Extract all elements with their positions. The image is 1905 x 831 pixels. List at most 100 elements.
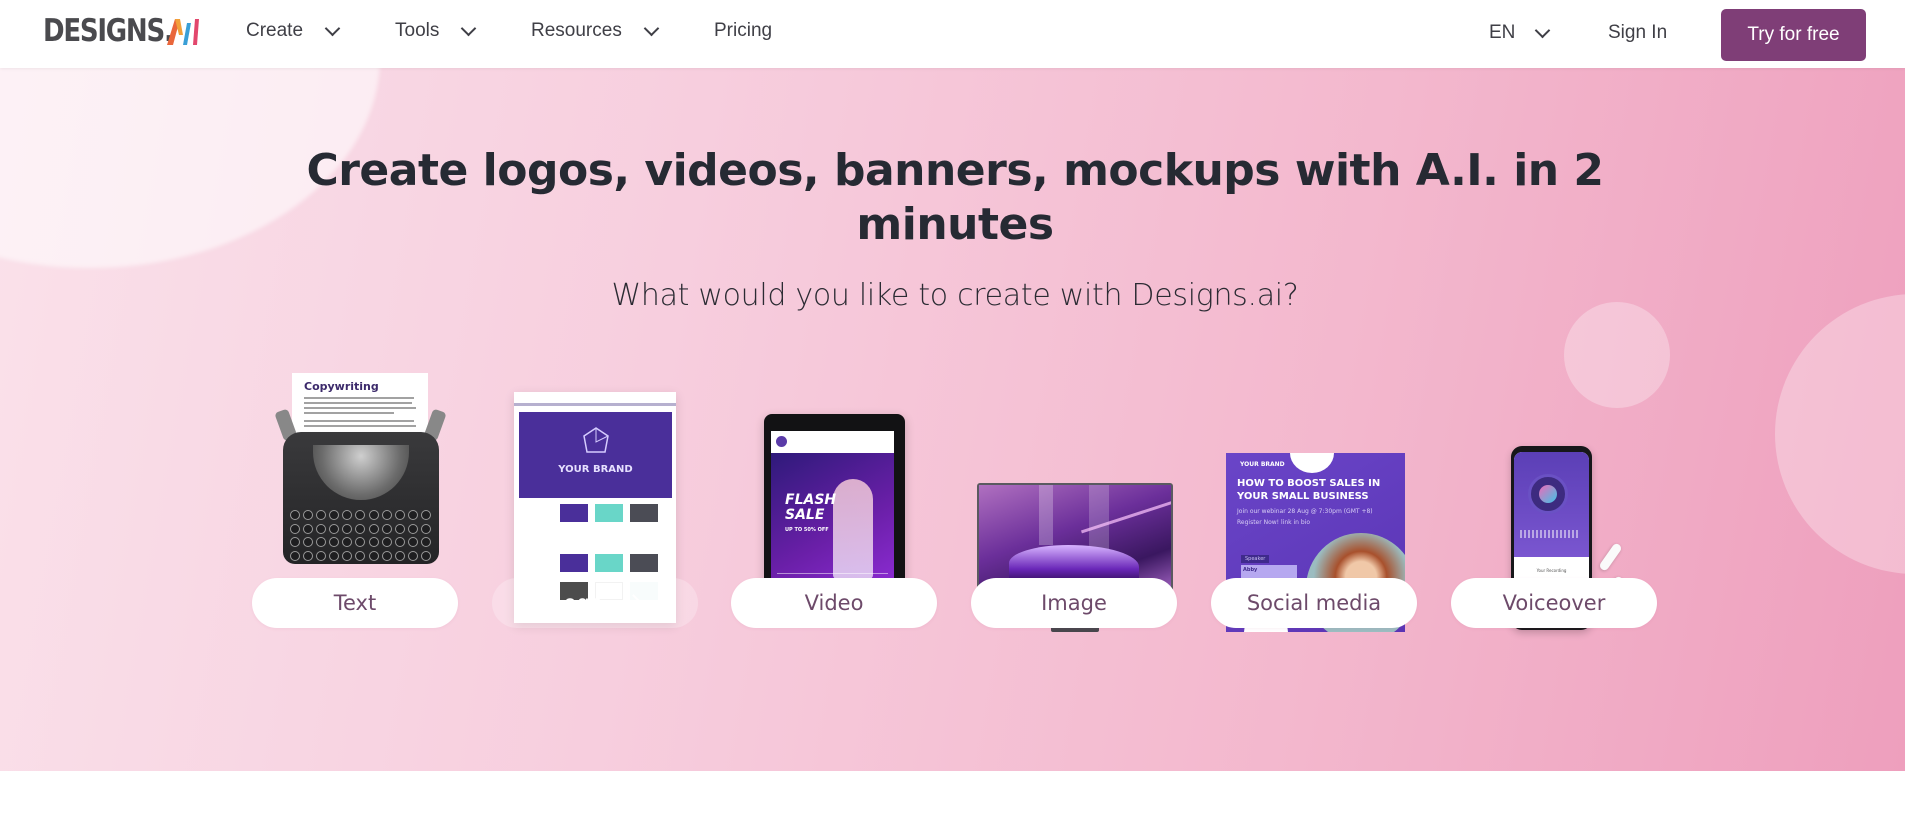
category-image-label: Image [1041, 591, 1107, 615]
typewriter-key [394, 523, 405, 534]
discount-text: UP TO 50% OFF [785, 527, 829, 533]
typewriter-key [381, 537, 392, 547]
below-fold-section [0, 771, 1905, 831]
typewriter-key [342, 510, 353, 520]
category-voiceover-button[interactable]: Voiceover [1451, 578, 1657, 628]
nav-pricing[interactable]: Pricing [714, 20, 772, 42]
typewriter-key [342, 550, 353, 561]
avatar [776, 436, 787, 447]
sign-in-link[interactable]: Sign In [1608, 22, 1667, 44]
nav-resources[interactable]: Resources [531, 20, 660, 42]
typewriter-key [342, 523, 353, 534]
recording-caption: Your Recording [1536, 568, 1567, 573]
nav-tools-label: Tools [395, 20, 440, 41]
typewriter-key [303, 550, 314, 561]
typewriter-key [329, 523, 340, 534]
typewriter-key [407, 523, 418, 534]
record-disc [1528, 474, 1568, 514]
decorative-circle [1775, 294, 1905, 574]
category-voiceover-label: Voiceover [1502, 591, 1606, 615]
typewriter-key [316, 550, 327, 561]
typewriter-key [290, 523, 300, 534]
typewriter-key [407, 550, 418, 561]
typewriter-key [368, 550, 379, 561]
nav-resources-label: Resources [531, 20, 622, 41]
nav-create[interactable]: Create [246, 20, 341, 42]
typewriter-key [407, 537, 418, 547]
category-video-button[interactable]: Video [731, 578, 937, 628]
typewriter-key [303, 537, 314, 547]
decorative-circle [1564, 302, 1670, 408]
language-label: EN [1489, 22, 1516, 43]
tablet-screen: FLASH SALE UP TO 50% OFF [771, 431, 894, 600]
typewriter-key [355, 537, 366, 547]
typewriter-key [355, 523, 366, 534]
color-swatch [560, 554, 588, 572]
typewriter-key [368, 523, 379, 534]
typewriter-key [355, 510, 366, 520]
typewriter-key [290, 537, 300, 547]
typewriter-key [303, 523, 314, 534]
register-text: Register Now! link in bio [1237, 519, 1311, 526]
typewriter-key [420, 510, 431, 520]
category-text-button[interactable]: Text [252, 578, 458, 628]
typewriter-key [407, 510, 418, 520]
typewriter-key [368, 510, 379, 520]
designs-ai-logo[interactable]: DESIGNS. [43, 13, 199, 49]
copywriting-title: Copywriting [304, 380, 379, 393]
typewriter-keys [290, 510, 432, 562]
social-webinar-line: Join our webinar 28 Aug @ 7:30pm (GMT +8… [1237, 506, 1373, 528]
category-text-label: Text [333, 591, 377, 615]
your-brand-text: YOUR BRAND [558, 464, 633, 475]
video-progress [777, 573, 888, 574]
typewriter-key [420, 550, 431, 561]
nav-tools[interactable]: Tools [395, 20, 477, 42]
category-logo-button[interactable]: Logo [492, 578, 698, 628]
typewriter-key [368, 537, 379, 547]
typewriter-key [303, 510, 314, 520]
color-swatch [630, 554, 658, 572]
brand-kit-header [514, 392, 676, 406]
typewriter-key [329, 550, 340, 561]
flash-sale-text: FLASH SALE [785, 492, 837, 523]
typewriter-key [329, 537, 340, 547]
logo-wordmark: DESIGNS. [43, 13, 174, 49]
speaker-label: Speaker [1241, 555, 1270, 563]
typewriter-key [420, 523, 431, 534]
language-selector[interactable]: EN [1489, 22, 1551, 44]
webinar-date: Join our webinar 28 Aug @ 7:30pm (GMT +8… [1237, 508, 1373, 515]
typewriter-key [394, 537, 405, 547]
ai-logo-mark-icon [167, 19, 199, 45]
typewriter-key [355, 550, 366, 561]
color-swatch [595, 504, 623, 522]
nav-create-label: Create [246, 20, 304, 41]
typewriter-key [381, 510, 392, 520]
category-video-label: Video [804, 591, 864, 615]
typewriter-key [316, 537, 327, 547]
category-social-media-label: Social media [1246, 591, 1382, 615]
typewriter-key [342, 537, 353, 547]
hero-subtitle: What would you like to create with Desig… [611, 278, 1299, 313]
hero-title: Create logos, videos, banners, mockups w… [306, 145, 1604, 250]
category-social-media-button[interactable]: Social media [1211, 578, 1417, 628]
typewriter-key [290, 510, 300, 520]
color-swatch [595, 554, 623, 572]
typewriter-key [329, 510, 340, 520]
typewriter-key [420, 537, 431, 547]
typewriter-key [316, 523, 327, 534]
try-for-free-button[interactable]: Try for free [1721, 9, 1866, 61]
color-swatch [560, 504, 588, 522]
category-logo-label: Logo [552, 591, 603, 615]
brand-banner: YOUR BRAND [519, 412, 672, 498]
typewriter-key [394, 550, 405, 561]
chevron-right-icon [626, 593, 640, 607]
chevron-down-icon [461, 20, 477, 36]
color-swatch [630, 504, 658, 522]
chevron-down-icon [1535, 22, 1551, 38]
typewriter-key [394, 510, 405, 520]
category-image-button[interactable]: Image [971, 578, 1177, 628]
nav-pricing-label: Pricing [714, 20, 773, 41]
geometric-logo-icon [583, 427, 609, 453]
waveform [1520, 530, 1580, 538]
video-frame: FLASH SALE UP TO 50% OFF [771, 453, 894, 581]
